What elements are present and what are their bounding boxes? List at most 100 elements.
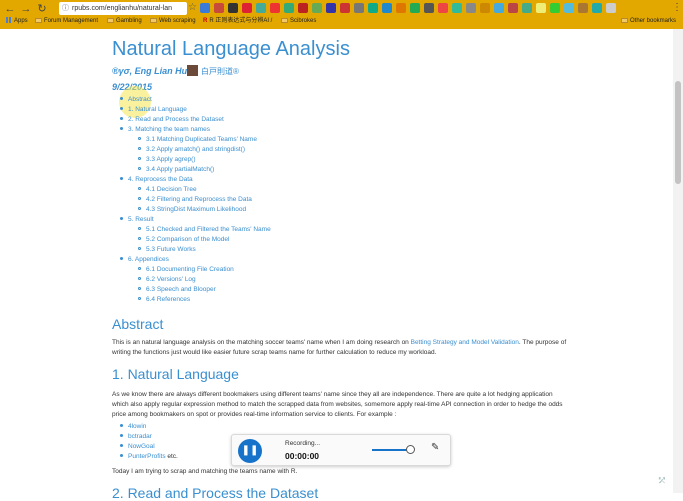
bookmark-r-regex[interactable]: RR 正则表达式与分辨AI / — [203, 17, 272, 26]
extension-icon[interactable] — [256, 3, 266, 13]
r-site-icon: R — [203, 18, 208, 24]
toc-item[interactable]: 6.3 Speech and Blooper — [138, 286, 216, 293]
recording-timer: 00:00:00 — [285, 451, 320, 461]
extension-icon[interactable] — [424, 3, 434, 13]
extension-icon[interactable] — [550, 3, 560, 13]
extension-icon[interactable] — [312, 3, 322, 13]
list-item[interactable]: 4lowin — [120, 423, 146, 430]
webcam-icon[interactable] — [406, 445, 415, 454]
screen-recorder-widget: ❚❚ Recording... 00:00:00 ✎ — [231, 434, 451, 466]
toc-item[interactable]: 5.2 Comparison of the Model — [138, 236, 229, 243]
extension-icon[interactable] — [480, 3, 490, 13]
back-arrow-icon[interactable]: ← — [4, 3, 16, 15]
toc-item[interactable]: 2. Read and Process the Dataset — [120, 116, 224, 123]
natural-language-paragraph-2: Today I am trying to scrap and matching … — [112, 468, 298, 475]
list-item[interactable]: NowGoal — [120, 443, 155, 450]
extension-icon[interactable] — [340, 3, 350, 13]
bookmark-apps[interactable]: Apps — [6, 17, 28, 26]
extension-icon[interactable] — [410, 3, 420, 13]
toc-item[interactable]: 6.4 References — [138, 296, 190, 303]
info-icon: ⓘ — [62, 5, 69, 12]
toc-item[interactable]: 4.3 StringDist Maximum Likelihood — [138, 206, 246, 213]
extension-icon[interactable] — [214, 3, 224, 13]
toc-item[interactable]: 6.2 Versions' Log — [138, 276, 196, 283]
extension-icon[interactable] — [284, 3, 294, 13]
toc-item[interactable]: 3.1 Matching Duplicated Teams' Name — [138, 136, 257, 143]
extension-icon[interactable] — [536, 3, 546, 13]
extension-icon[interactable] — [200, 3, 210, 13]
author-name-cn: 白戸則道® — [201, 67, 239, 76]
vertical-scrollbar[interactable] — [673, 29, 683, 493]
toc-item[interactable]: 4.2 Filtering and Reprocess the Data — [138, 196, 252, 203]
apps-grid-icon — [6, 17, 12, 23]
resize-icon: ⤱ — [659, 476, 666, 485]
extension-icon[interactable] — [396, 3, 406, 13]
extension-icon[interactable] — [578, 3, 588, 13]
bookmark-scibrokes[interactable]: Scibrokes — [281, 17, 316, 26]
extension-icon[interactable] — [242, 3, 252, 13]
browser-toolbar: ← → ↻ ⓘ rpubs.com/englianhu/natural-lan … — [0, 0, 683, 29]
author-avatar — [187, 65, 198, 76]
toc-item[interactable]: 4. Reprocess the Data — [120, 176, 193, 183]
toc-item[interactable]: 3.3 Apply agrep() — [138, 156, 196, 163]
read-process-heading: 2. Read and Process the Dataset — [112, 485, 319, 501]
natural-language-paragraph: As we know there are always different bo… — [112, 391, 563, 418]
extension-icon[interactable] — [508, 3, 518, 13]
extension-icon[interactable] — [270, 3, 280, 13]
extension-icon[interactable] — [564, 3, 574, 13]
bookmark-forum-management[interactable]: Forum Management — [35, 17, 98, 26]
toc-item[interactable]: 1. Natural Language — [120, 106, 187, 113]
extension-icon[interactable] — [382, 3, 392, 13]
toc-item[interactable]: 3. Matching the team names — [120, 126, 210, 133]
extension-icons — [200, 3, 616, 14]
extension-icon[interactable] — [466, 3, 476, 13]
pen-icon[interactable]: ✎ — [431, 442, 439, 453]
abstract-paragraph: This is an natural language analysis on … — [112, 339, 567, 356]
toc-item[interactable]: 5.3 Future Works — [138, 246, 196, 253]
list-item[interactable]: bctradar — [120, 433, 152, 440]
address-url: rpubs.com/englianhu/natural-lan — [72, 5, 173, 12]
folder-icon — [35, 18, 42, 23]
toc-item[interactable]: 6.1 Documenting File Creation — [138, 266, 234, 273]
menu-icon[interactable]: ⋮ — [672, 2, 682, 13]
bookmark-web-scraping[interactable]: Web scraping — [150, 17, 196, 26]
extension-icon[interactable] — [438, 3, 448, 13]
extension-icon[interactable] — [228, 3, 238, 13]
toc-item[interactable]: 3.2 Apply amatch() and stringdist() — [138, 146, 245, 153]
toc-item[interactable]: 5.1 Checked and Filtered the Teams' Name — [138, 226, 271, 233]
natural-language-heading: 1. Natural Language — [112, 366, 239, 382]
bookmark-other[interactable]: Other bookmarks — [621, 17, 676, 26]
toc-item[interactable]: Abstract — [120, 96, 152, 103]
extension-icon[interactable] — [452, 3, 462, 13]
abstract-link[interactable]: Betting Strategy and Model Validation — [411, 339, 519, 346]
extension-icon[interactable] — [368, 3, 378, 13]
address-bar[interactable]: ⓘ rpubs.com/englianhu/natural-lan — [59, 2, 187, 15]
extension-icon[interactable] — [606, 3, 616, 13]
extension-icon[interactable] — [326, 3, 336, 13]
page-title: Natural Language Analysis — [112, 38, 350, 60]
extension-icon[interactable] — [522, 3, 532, 13]
folder-icon — [281, 18, 288, 23]
bookmark-gambling[interactable]: Gambling — [107, 17, 142, 26]
extension-icon[interactable] — [298, 3, 308, 13]
volume-slider[interactable] — [372, 449, 408, 451]
scrollbar-thumb[interactable] — [675, 81, 681, 184]
toc-item[interactable]: 5. Result — [120, 216, 154, 223]
pause-icon[interactable]: ❚❚ — [238, 439, 262, 463]
extension-icon[interactable] — [592, 3, 602, 13]
forward-arrow-icon[interactable]: → — [20, 3, 32, 15]
folder-icon — [107, 18, 114, 23]
bookmarks-bar: Apps Forum Management Gambling Web scrap… — [0, 16, 683, 28]
list-item[interactable]: PunterProfits etc. — [120, 453, 178, 460]
extension-icon[interactable] — [354, 3, 364, 13]
toc-item[interactable]: 4.1 Decision Tree — [138, 186, 197, 193]
abstract-heading: Abstract — [112, 316, 164, 332]
recording-status: Recording... — [285, 440, 321, 447]
toc-item[interactable]: 3.4 Apply partialMatch() — [138, 166, 214, 173]
folder-icon — [150, 18, 157, 23]
author-name: ®γσ, Eng Lian Hu — [112, 66, 188, 76]
bookmark-star-icon[interactable]: ☆ — [188, 2, 197, 13]
reload-icon[interactable]: ↻ — [36, 3, 48, 15]
toc-item[interactable]: 6. Appendices — [120, 256, 169, 263]
extension-icon[interactable] — [494, 3, 504, 13]
